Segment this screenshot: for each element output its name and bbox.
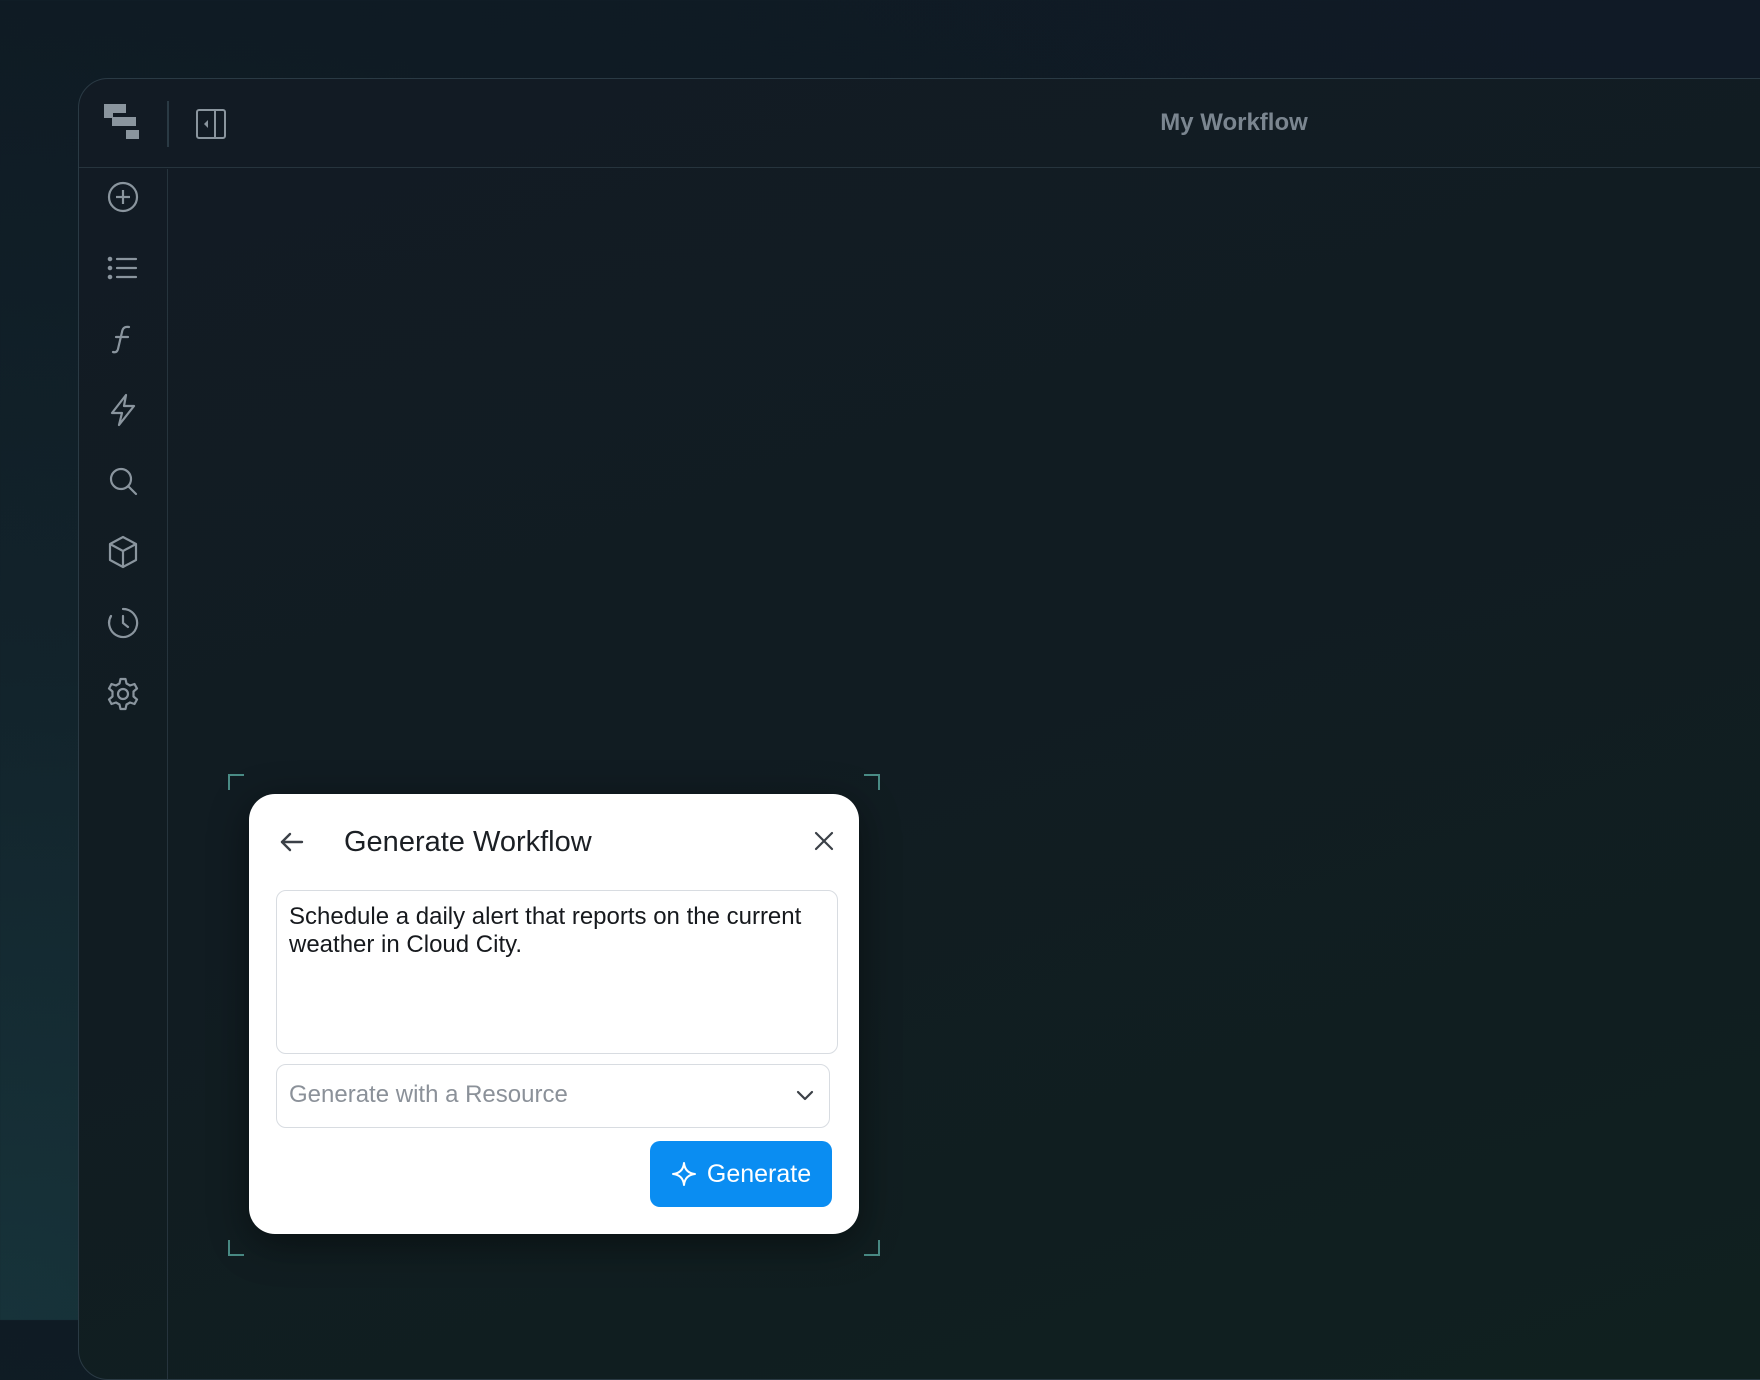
selection-corner-top-left — [228, 774, 244, 790]
chevron-down-icon — [796, 1090, 814, 1101]
back-arrow-icon[interactable] — [276, 826, 308, 858]
close-icon[interactable] — [809, 826, 839, 856]
sidebar-toggle-icon[interactable] — [195, 108, 227, 140]
selection-corner-bottom-right — [864, 1240, 880, 1256]
generate-button[interactable]: Generate — [650, 1141, 832, 1207]
generate-workflow-dialog: Generate Workflow Schedule a daily alert… — [249, 794, 859, 1234]
triggers-button[interactable] — [103, 390, 143, 430]
cube-icon — [108, 535, 138, 569]
list-button[interactable] — [103, 248, 143, 288]
history-icon — [107, 607, 139, 639]
selection-corner-bottom-left — [228, 1240, 244, 1256]
lightning-icon — [110, 393, 136, 427]
top-bar: My Workflow — [79, 79, 1760, 168]
selection-corner-top-right — [864, 774, 880, 790]
list-icon — [107, 256, 138, 280]
generate-button-label: Generate — [706, 1159, 812, 1188]
resource-select[interactable]: Generate with a Resource — [276, 1064, 830, 1128]
sidebar — [79, 169, 168, 1379]
topbar-divider — [167, 101, 169, 147]
history-button[interactable] — [103, 603, 143, 643]
add-button[interactable] — [103, 177, 143, 217]
search-button[interactable] — [103, 461, 143, 501]
logo-icon[interactable] — [104, 104, 140, 142]
plus-circle-icon — [107, 181, 139, 213]
sparkle-icon — [671, 1162, 696, 1186]
resource-select-placeholder: Generate with a Resource — [289, 1081, 568, 1108]
packages-button[interactable] — [103, 532, 143, 572]
prompt-input[interactable]: Schedule a daily alert that reports on t… — [276, 890, 838, 1054]
settings-button[interactable] — [103, 674, 143, 714]
function-icon — [111, 325, 131, 354]
window-title: My Workflow — [1160, 109, 1308, 136]
dialog-title: Generate Workflow — [344, 826, 592, 858]
search-icon — [109, 467, 138, 496]
gear-icon — [107, 677, 139, 711]
functions-button[interactable] — [103, 319, 143, 359]
